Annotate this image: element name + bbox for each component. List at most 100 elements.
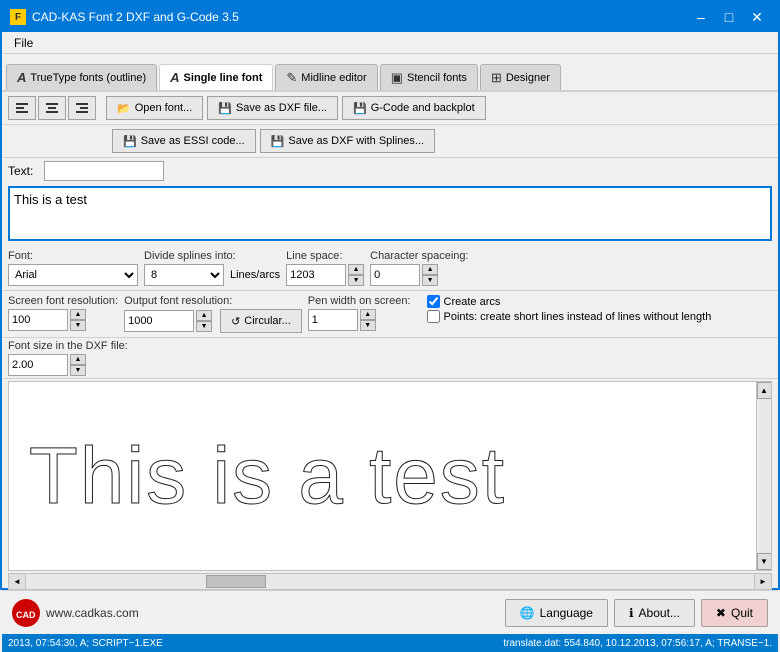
preview-text: This is a test	[29, 430, 506, 522]
line-space-input[interactable]	[286, 264, 346, 286]
save-dxf-button[interactable]: 💾 Save as DXF file...	[207, 96, 338, 120]
output-res-input[interactable]	[124, 310, 194, 332]
output-res-up[interactable]: ▲	[196, 310, 212, 321]
tab-designer[interactable]: ⊞ Designer	[480, 64, 561, 90]
tab-stencil[interactable]: ▣ Stencil fonts	[380, 64, 478, 90]
open-font-label: Open font...	[135, 102, 192, 114]
align-left-button[interactable]	[8, 96, 36, 120]
screen-res-input[interactable]	[8, 309, 68, 331]
pen-width-label: Pen width on screen:	[308, 295, 411, 307]
align-right-icon	[75, 101, 89, 115]
app-icon: F	[10, 9, 26, 25]
pen-width-up[interactable]: ▲	[360, 309, 376, 320]
lines-arcs-label: Lines/arcs	[230, 269, 280, 281]
menu-bar: File	[2, 32, 778, 54]
cadkas-logo: CAD	[12, 599, 40, 627]
font-size-spinner[interactable]: ▲ ▼	[70, 354, 86, 376]
pen-width-spinner[interactable]: ▲ ▼	[360, 309, 376, 331]
char-space-label: Character spaceing:	[370, 250, 468, 262]
textarea-wrap: This is a test	[2, 184, 778, 246]
line-space-up[interactable]: ▲	[348, 264, 364, 275]
scroll-up-button[interactable]: ▲	[757, 382, 772, 399]
align-right-button[interactable]	[68, 96, 96, 120]
font-label: Font:	[8, 250, 138, 262]
tab-midline[interactable]: ✎ Midline editor	[275, 64, 377, 90]
gcode-button[interactable]: 💾 G-Code and backplot	[342, 96, 486, 120]
line-space-spinner[interactable]: ▲ ▼	[348, 264, 364, 286]
language-label: Language	[540, 606, 593, 620]
gcode-icon: 💾	[353, 102, 367, 115]
minimize-button[interactable]: –	[688, 7, 714, 27]
truetype-tab-icon: A	[17, 70, 26, 85]
points-checkbox[interactable]	[427, 310, 440, 323]
menu-file[interactable]: File	[6, 34, 41, 52]
svg-text:CAD: CAD	[16, 610, 36, 620]
hscroll-thumb[interactable]	[206, 575, 266, 588]
main-textarea[interactable]: This is a test	[8, 186, 772, 241]
output-res-spinner[interactable]: ▲ ▼	[196, 310, 212, 332]
divide-splines-group: Divide splines into: 4 8 16 32 Lines/arc…	[144, 250, 280, 286]
singleline-tab-icon: A	[170, 70, 179, 85]
save-dxf-icon: 💾	[218, 102, 232, 115]
text-small-input[interactable]	[44, 161, 164, 181]
language-button[interactable]: 🌐 Language	[505, 599, 608, 627]
gcode-label: G-Code and backplot	[371, 102, 475, 114]
text-row: Text:	[2, 158, 778, 184]
about-button[interactable]: ℹ About...	[614, 599, 695, 627]
toolbar-row2: 💾 Save as ESSI code... 💾 Save as DXF wit…	[2, 125, 778, 158]
maximize-button[interactable]: □	[716, 7, 742, 27]
font-select[interactable]: Arial Times New Roman Courier New	[8, 264, 138, 286]
horizontal-scrollbar[interactable]: ◄ ►	[8, 573, 772, 590]
vertical-scrollbar[interactable]: ▲ ▼	[756, 382, 771, 570]
output-res-group: Output font resolution: ▲ ▼ ↺ Circular..…	[124, 295, 302, 333]
scroll-down-button[interactable]: ▼	[757, 553, 772, 570]
footer-url: www.cadkas.com	[46, 606, 139, 620]
hscroll-right-button[interactable]: ►	[754, 574, 771, 589]
char-space-down[interactable]: ▼	[422, 275, 438, 286]
font-group: Font: Arial Times New Roman Courier New	[8, 250, 138, 286]
title-text: CAD-KAS Font 2 DXF and G-Code 3.5	[32, 10, 239, 24]
create-arcs-row: Create arcs	[427, 295, 712, 308]
circular-button[interactable]: ↺ Circular...	[220, 309, 302, 333]
save-essi-button[interactable]: 💾 Save as ESSI code...	[112, 129, 256, 153]
font-size-input[interactable]	[8, 354, 68, 376]
output-res-down[interactable]: ▼	[196, 321, 212, 332]
cadkas-icon: CAD	[12, 599, 40, 627]
screen-res-spinner[interactable]: ▲ ▼	[70, 309, 86, 331]
hscroll-left-button[interactable]: ◄	[9, 574, 26, 589]
quit-label: Quit	[731, 606, 753, 620]
char-space-spinner[interactable]: ▲ ▼	[422, 264, 438, 286]
options-group: Create arcs Points: create short lines i…	[427, 295, 712, 333]
screen-res-down[interactable]: ▼	[70, 320, 86, 331]
font-size-down[interactable]: ▼	[70, 365, 86, 376]
hscroll-track[interactable]	[26, 574, 754, 589]
align-buttons	[8, 96, 96, 120]
scroll-track-v[interactable]	[758, 399, 771, 553]
open-font-button[interactable]: 📂 Open font...	[106, 96, 203, 120]
save-dxf-splines-button[interactable]: 💾 Save as DXF with Splines...	[260, 129, 435, 153]
text-label: Text:	[8, 164, 38, 178]
tab-midline-label: Midline editor	[301, 72, 366, 84]
close-button[interactable]: ✕	[744, 7, 770, 27]
font-size-up[interactable]: ▲	[70, 354, 86, 365]
char-space-group: Character spaceing: ▲ ▼	[370, 250, 468, 286]
screen-res-group: Screen font resolution: ▲ ▼	[8, 295, 118, 333]
tab-truetype-label: TrueType fonts (outline)	[30, 72, 146, 84]
save-essi-label: Save as ESSI code...	[141, 135, 245, 147]
pen-width-input[interactable]	[308, 309, 358, 331]
align-center-button[interactable]	[38, 96, 66, 120]
line-space-down[interactable]: ▼	[348, 275, 364, 286]
tab-truetype[interactable]: A TrueType fonts (outline)	[6, 64, 157, 90]
save-dxf-splines-icon: 💾	[271, 135, 285, 148]
footer-left: CAD www.cadkas.com	[12, 599, 139, 627]
divide-splines-select[interactable]: 4 8 16 32	[144, 264, 224, 286]
create-arcs-checkbox[interactable]	[427, 295, 440, 308]
status-right: translate.dat: 554.840, 10.12.2013, 07:5…	[503, 638, 772, 649]
screen-res-up[interactable]: ▲	[70, 309, 86, 320]
char-space-input[interactable]	[370, 264, 420, 286]
font-size-group: Font size in the DXF file: ▲ ▼	[8, 340, 128, 376]
char-space-up[interactable]: ▲	[422, 264, 438, 275]
pen-width-down[interactable]: ▼	[360, 320, 376, 331]
quit-button[interactable]: ✖ Quit	[701, 599, 768, 627]
tab-singleline[interactable]: A Single line font	[159, 64, 273, 90]
